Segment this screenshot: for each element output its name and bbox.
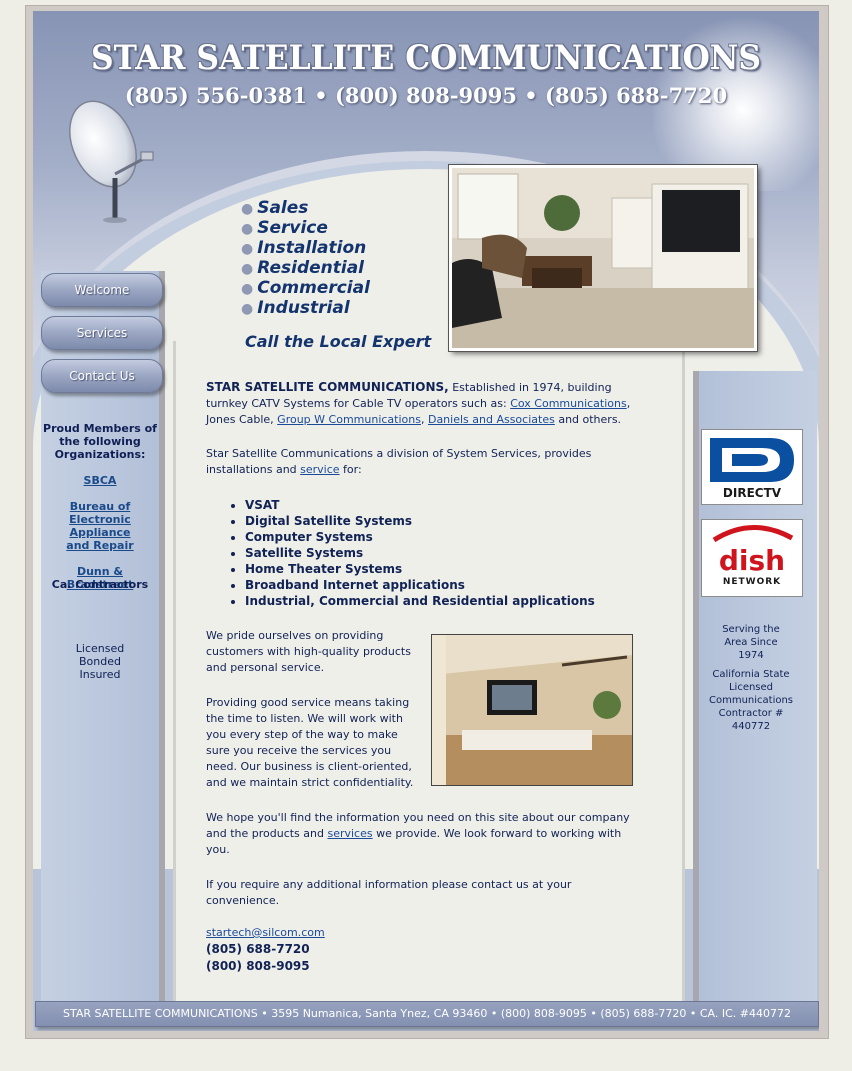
contact-phone-1: (805) 688-7720 [206,942,310,956]
service-item: ● Sales [241,198,309,218]
contractors-label: Ca. Contractors [51,578,149,591]
list-item: VSAT [245,497,595,513]
list-item: Industrial, Commercial and Residential a… [245,593,595,609]
intro-paragraph: STAR SATELLITE COMMUNICATIONS, Establish… [206,380,631,426]
contact-block: startech@silcom.com (805) 688-7720 (800)… [206,925,646,975]
service-item: ● Residential [241,258,364,278]
insured-label: Insured [79,668,121,681]
nav-contact-button[interactable]: Contact Us [41,359,163,393]
license-text: California State Licensed Communications… [708,669,794,732]
list-item: Computer Systems [245,529,595,545]
list-item: Digital Satellite Systems [245,513,595,529]
service-item: ● Installation [241,238,367,258]
contact-phone-2: (800) 808-9095 [206,959,310,973]
group-w-link[interactable]: Group W Communications [277,413,421,426]
services-highlight-list: ● Sales ● Service ● Installation ● Residenti… [241,199,370,319]
contact-paragraph: If you require any additional informatio… [206,878,572,907]
service-item: ● Service [241,218,328,238]
service-item: ● Commercial [241,278,370,298]
bonded-label: Bonded [79,655,121,668]
living-room-photo [449,165,757,351]
members-heading: Proud Members of the following Organizat… [43,422,157,461]
bullet-icon: ● [241,241,254,257]
company-name: STAR SATELLITE COMMUNICATIONS, [206,380,449,394]
sbca-link[interactable]: SBCA [84,474,117,487]
division-paragraph: Star Satellite Communications a division… [206,447,592,476]
cox-link[interactable]: Cox Communications [510,397,627,410]
list-item: Broadband Internet applications [245,577,595,593]
bullet-icon: ● [241,221,254,237]
daniels-link[interactable]: Daniels and Associates [428,413,555,426]
email-link[interactable]: startech@silcom.com [206,926,325,939]
list-item: Home Theater Systems [245,561,595,577]
licensed-label: Licensed [75,642,125,655]
bureau-link[interactable]: Bureau of Electronic Appliance and Repai… [66,500,133,552]
svg-text:NETWORK: NETWORK [723,577,781,587]
site-footer: STAR SATELLITE COMMUNICATIONS • 3595 Num… [35,1001,819,1027]
service-item: ● Industrial [241,298,350,318]
svg-text:dish: dish [719,544,785,577]
hope-paragraph: We hope you'll find the information you … [206,811,630,856]
offerings-list: VSAT Digital Satellite Systems Computer … [225,497,595,609]
bullet-icon: ● [241,301,254,317]
pride-paragraph: We pride ourselves on providing customer… [206,629,411,674]
nav-services-button[interactable]: Services [41,316,163,350]
nav-welcome-button[interactable]: Welcome [41,273,163,307]
dish-network-logo[interactable]: dish NETWORK [701,519,803,597]
list-item: Satellite Systems [245,545,595,561]
satellite-dish-icon [69,100,154,223]
listen-paragraph: Providing good service means taking the … [206,696,414,789]
tagline: Call the Local Expert [245,332,432,351]
bullet-icon: ● [241,281,254,297]
directv-logo[interactable]: DIRECTV [701,429,803,505]
bullet-icon: ● [241,261,254,277]
service-link[interactable]: service [300,463,339,476]
site-container: STAR SATELLITE COMMUNICATIONS (805) 556-… [33,11,819,1031]
svg-text:DIRECTV: DIRECTV [723,486,782,500]
home-theater-photo [431,634,633,786]
services-link[interactable]: services [327,827,372,840]
bullet-icon: ● [241,201,254,217]
serving-area-text: Serving the Area Since 1974 [722,624,780,661]
site-title: STAR SATELLITE COMMUNICATIONS [91,38,761,78]
